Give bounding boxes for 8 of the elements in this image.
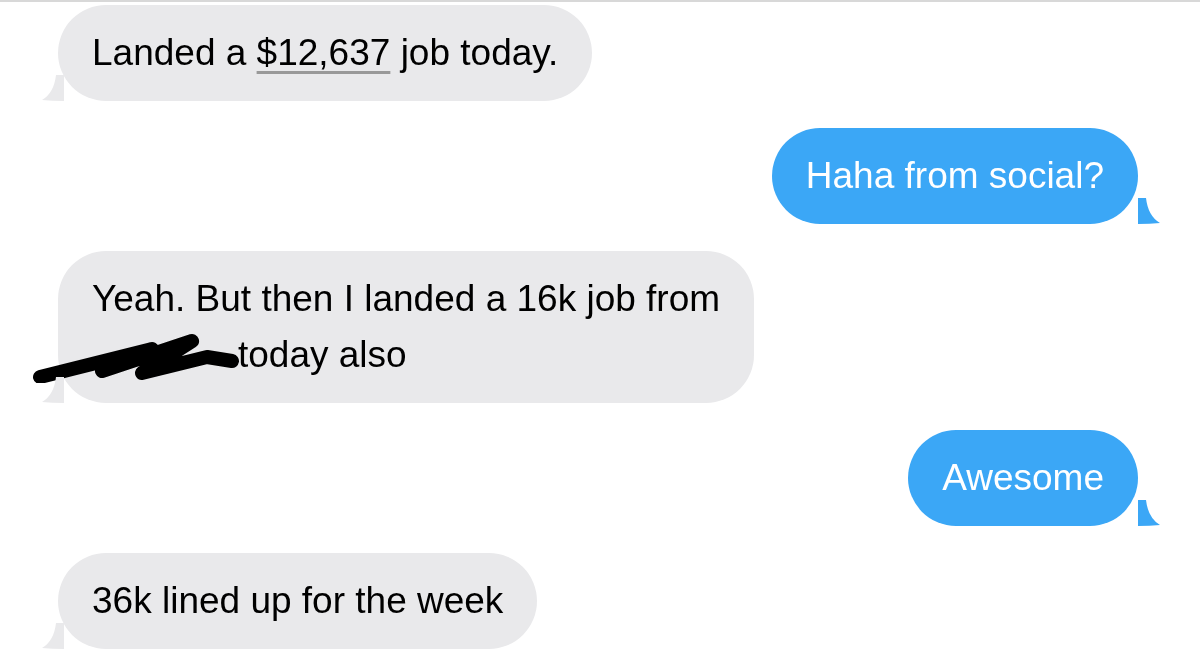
- message-bubble: Awesome: [908, 430, 1138, 526]
- bubble-tail: [1138, 198, 1160, 224]
- message-bubble: Landed a $12,637 job today.: [58, 5, 593, 101]
- message-bubble: 36k lined up for the week: [58, 553, 538, 649]
- amount-link[interactable]: $12,637: [256, 25, 391, 81]
- bubble-tail: [1138, 500, 1160, 526]
- message-bubble: Haha from social?: [771, 128, 1138, 224]
- bubble-tail: [42, 377, 64, 403]
